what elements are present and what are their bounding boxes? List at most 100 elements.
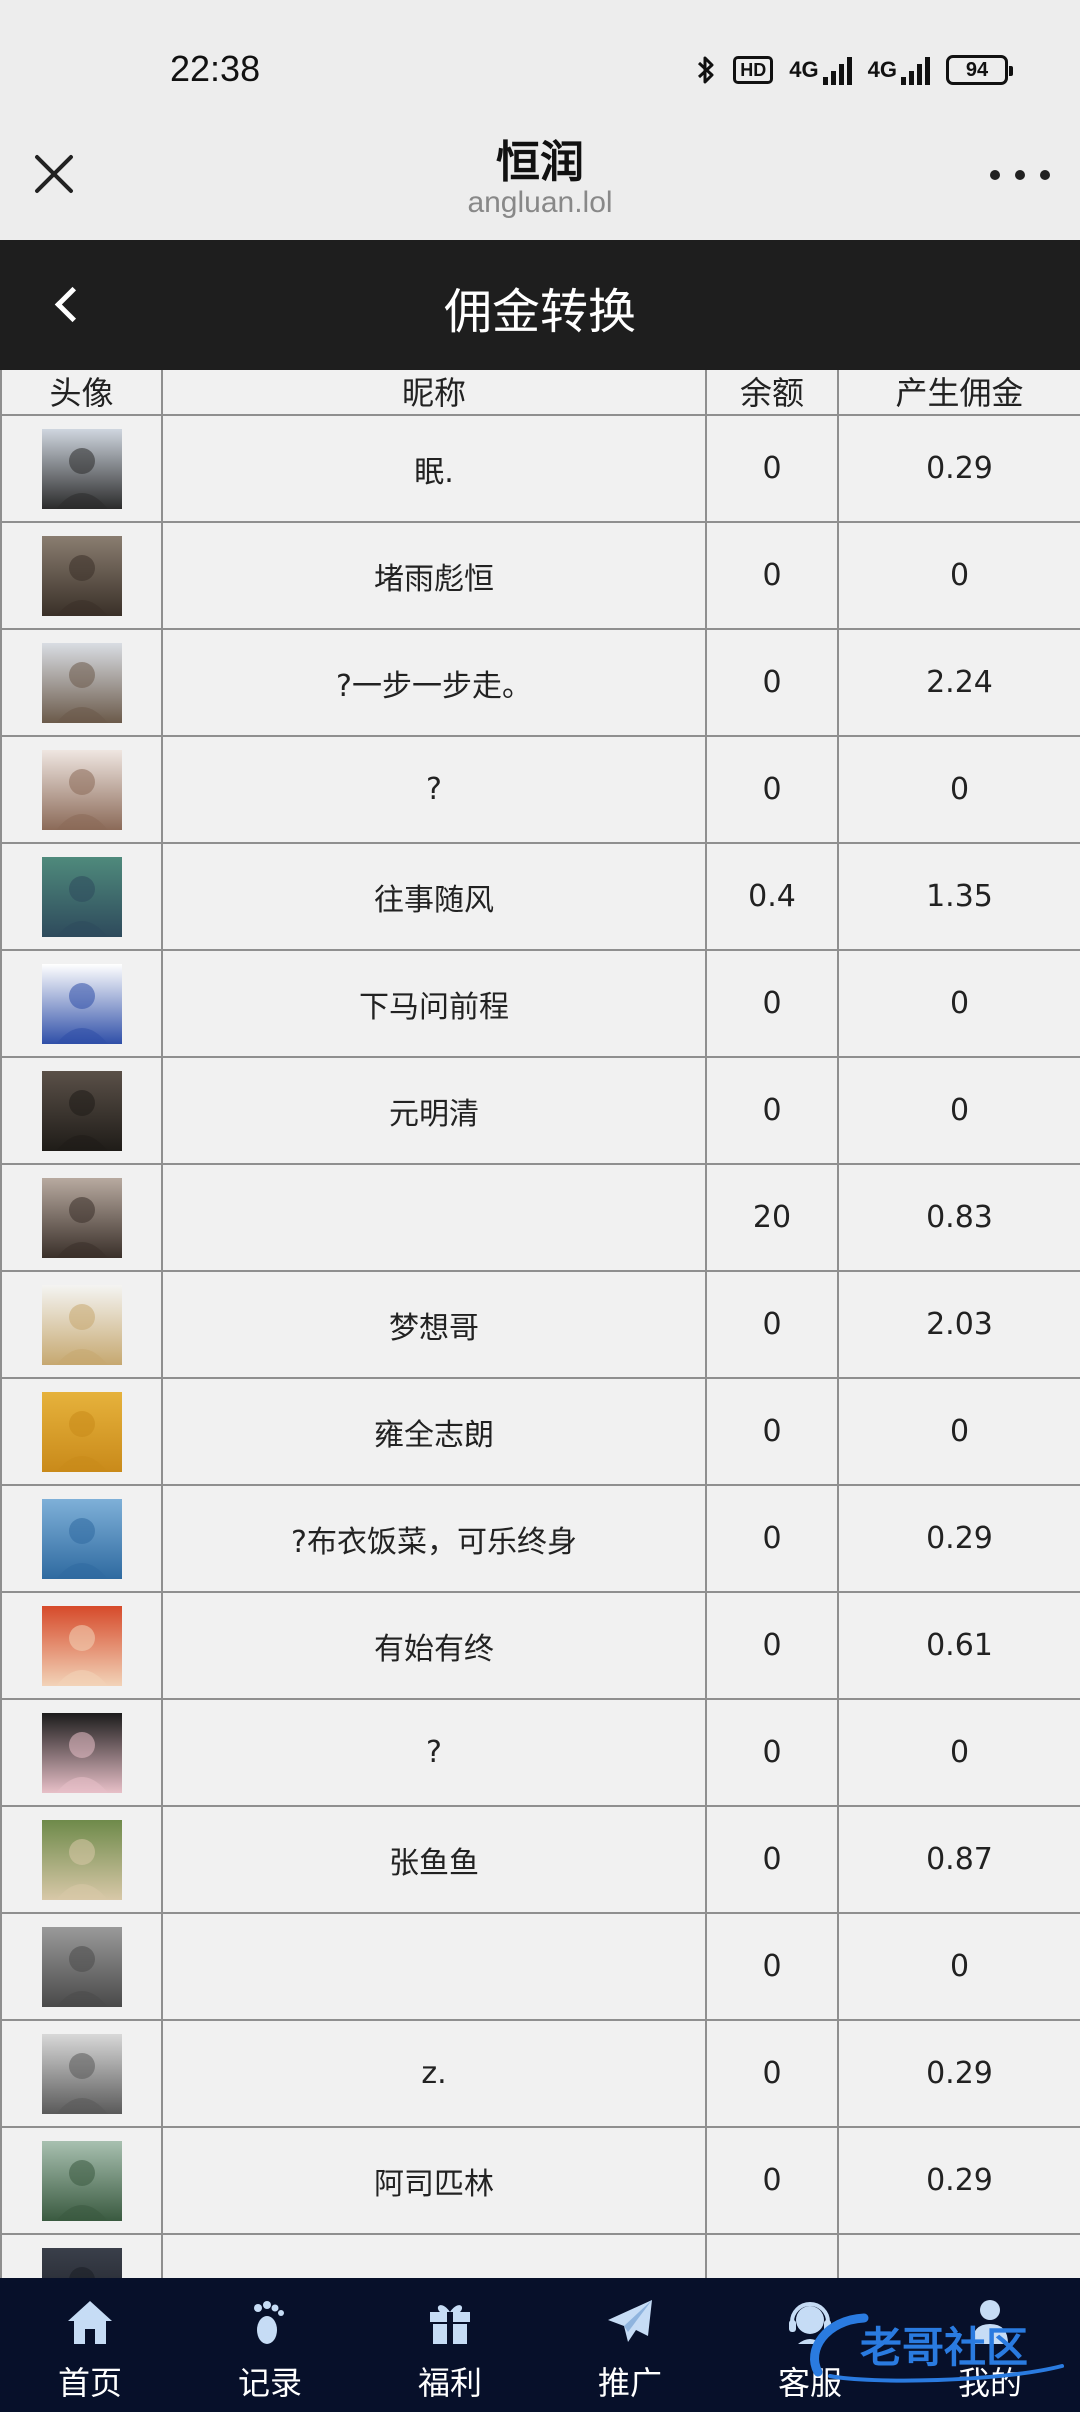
table-row: ?布衣饭菜，可乐终身 0 0.29 (0, 1484, 1080, 1593)
table-row: 有始有终 0 0.61 (0, 1591, 1080, 1700)
avatar (41, 749, 122, 830)
column-header-balance: 余额 (705, 370, 839, 416)
commission-cell: 0 (837, 521, 1080, 630)
avatar-cell (0, 1163, 163, 1272)
nav-item-home[interactable]: 首页 (0, 2278, 180, 2412)
page-url: angluan.lol (467, 186, 613, 219)
watermark-logo: 老哥社区 (810, 2313, 1064, 2383)
status-time: 22:38 (170, 48, 261, 89)
table-row: 20 0.83 (0, 1163, 1080, 1272)
column-header-commission: 产生佣金 (837, 370, 1080, 416)
avatar (41, 963, 122, 1044)
network-label: 4G (789, 57, 819, 82)
table-row: 00 (0, 1912, 1080, 2021)
avatar (41, 428, 122, 509)
table-row: 雍全志朗 0 0 (0, 1377, 1080, 1486)
more-icon[interactable] (990, 160, 1050, 190)
table-row: 元明清 0 0 (0, 1056, 1080, 1165)
commission-cell: 0.29 (837, 2019, 1080, 2128)
nav-item-records[interactable]: 记录 (180, 2278, 360, 2412)
table-row: 梦想哥 0 2.03 (0, 1270, 1080, 1379)
nav-item-promote[interactable]: 推广 (540, 2278, 720, 2412)
avatar (41, 1712, 122, 1793)
commission-cell: 2.24 (837, 628, 1080, 737)
balance-cell: 0 (705, 735, 839, 844)
commission-cell: 0.29 (837, 2126, 1080, 2235)
commission-cell: 0 (837, 735, 1080, 844)
avatar (41, 1391, 122, 1472)
avatar-cell (0, 949, 163, 1058)
browser-title-bar: 恒润 angluan.lol (0, 120, 1080, 240)
commission-cell: 0.87 (837, 1805, 1080, 1914)
commission-cell: 1.35 (837, 842, 1080, 951)
balance-cell: 0 (705, 1591, 839, 1700)
balance-cell: 0 (705, 1484, 839, 1593)
avatar (41, 1605, 122, 1686)
table-row: 阿司匹林 0 0.29 (0, 2126, 1080, 2235)
commission-cell: 0 (837, 1377, 1080, 1486)
balance-cell: 0 (705, 521, 839, 630)
nickname-cell: 眠. (161, 414, 707, 523)
nickname-cell: 梦想哥 (161, 1270, 707, 1379)
balance-cell: 0 (705, 1056, 839, 1165)
avatar (41, 1819, 122, 1900)
avatar (41, 642, 122, 723)
commission-cell: 0.61 (837, 1591, 1080, 1700)
table-row: 张鱼鱼 0 0.87 (0, 1805, 1080, 1914)
table-header-row: 头像 昵称 余额 产生佣金 (0, 370, 1080, 416)
table-row: 下马问前程 0 0 (0, 949, 1080, 1058)
paper-plane-icon (608, 2300, 652, 2342)
commission-table-wrapper[interactable]: 头像 昵称 余额 产生佣金 眠. 0 0.29 堵雨彪恒 0 0 ?一步一步走。 0 2.24?… (0, 370, 1080, 2278)
commission-cell: 0 (837, 1912, 1080, 2021)
nickname-cell: 元明清 (161, 1056, 707, 1165)
balance-cell: 0 (705, 2126, 839, 2235)
avatar-cell (0, 1805, 163, 1914)
balance-cell: 20 (705, 1163, 839, 1272)
avatar-cell (0, 1377, 163, 1486)
table-row: 往事随风 0.4 1.35 (0, 842, 1080, 951)
table-row: ? 0 0 (0, 735, 1080, 844)
balance-cell: 0 (705, 2019, 839, 2128)
nickname-cell: 往事随风 (161, 842, 707, 951)
signal-icon: 4G (789, 55, 852, 85)
bluetooth-icon (695, 54, 717, 86)
avatar-cell (0, 1591, 163, 1700)
nav-label-records: 记录 (237, 2364, 302, 2402)
nickname-cell: z. (161, 2019, 707, 2128)
balance-cell: 0 (705, 628, 839, 737)
commission-cell: 0.29 (837, 414, 1080, 523)
balance-cell: 0 (705, 1805, 839, 1914)
battery-icon: 94 (946, 55, 1013, 85)
page-title: 恒润 (496, 137, 584, 188)
nav-item-welfare[interactable]: 福利 (360, 2278, 540, 2412)
nickname-cell: ?布衣饭菜，可乐终身 (161, 1484, 707, 1593)
avatar (41, 1926, 122, 2007)
avatar-cell (0, 1912, 163, 2021)
nickname-cell (161, 2233, 707, 2278)
nickname-cell: 雍全志朗 (161, 1377, 707, 1486)
avatar (41, 2033, 122, 2114)
commission-cell (837, 2233, 1080, 2278)
balance-cell: 0 (705, 1912, 839, 2021)
nickname-cell (161, 1912, 707, 2021)
avatar-cell (0, 628, 163, 737)
avatar (41, 1177, 122, 1258)
avatar-cell (0, 735, 163, 844)
avatar (41, 1070, 122, 1151)
commission-table: 头像 昵称 余额 产生佣金 眠. 0 0.29 堵雨彪恒 0 0 ?一步一步走。 0 2.24?… (0, 370, 1080, 2278)
avatar-cell (0, 2019, 163, 2128)
nickname-cell: 下马问前程 (161, 949, 707, 1058)
commission-cell: 0.29 (837, 1484, 1080, 1593)
avatar (41, 2140, 122, 2221)
app-header: 佣金转换 (0, 240, 1080, 370)
avatar (41, 2247, 122, 2278)
avatar (41, 856, 122, 937)
watermark-text: 老哥社区 (860, 2323, 1028, 2372)
avatar-cell (0, 1698, 163, 1807)
avatar-cell (0, 521, 163, 630)
commission-cell: 0 (837, 1698, 1080, 1807)
table-row: z. 0 0.29 (0, 2019, 1080, 2128)
avatar-cell (0, 2233, 163, 2278)
commission-cell: 0.83 (837, 1163, 1080, 1272)
nickname-cell: ? (161, 1698, 707, 1807)
